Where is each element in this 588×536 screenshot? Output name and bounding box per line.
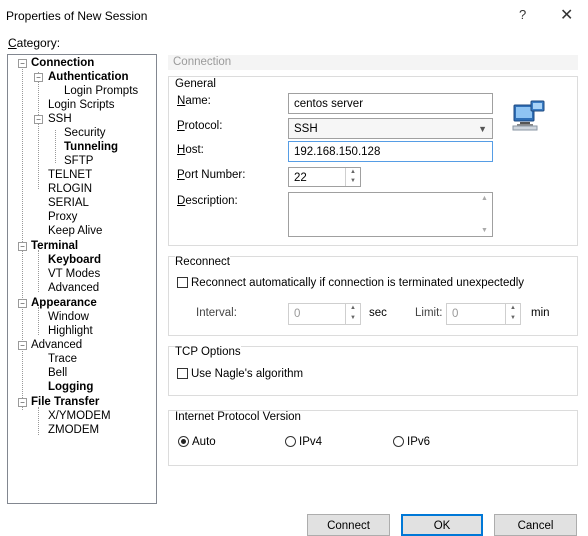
host-label: Host: — [177, 144, 204, 156]
reconnect-checkbox-label[interactable]: Reconnect automatically if connection is… — [191, 277, 524, 289]
tree-item-ssh[interactable]: SSH — [48, 113, 72, 126]
spin-down-icon[interactable]: ▼ — [346, 177, 360, 186]
tree-item-keep-alive[interactable]: Keep Alive — [48, 225, 102, 238]
collapse-icon[interactable]: − — [18, 398, 27, 407]
tree-connector — [38, 72, 39, 189]
tree-item-security[interactable]: Security — [64, 127, 106, 140]
tree-item-login-scripts[interactable]: Login Scripts — [48, 99, 114, 112]
collapse-icon[interactable]: − — [18, 299, 27, 308]
section-title: Connection — [168, 55, 578, 70]
tree-item-authentication[interactable]: Authentication — [48, 71, 129, 84]
protocol-select[interactable]: SSH ▼ — [288, 118, 493, 139]
tree-item-login-prompts[interactable]: Login Prompts — [64, 85, 138, 98]
tree-item-trace[interactable]: Trace — [48, 353, 77, 366]
reconnect-checkbox[interactable] — [177, 277, 188, 288]
limit-value: 0 — [452, 308, 459, 320]
spin-up-icon[interactable]: ▲ — [346, 304, 360, 314]
tree-item-serial[interactable]: SERIAL — [48, 197, 89, 210]
description-label: Description: — [177, 195, 238, 207]
name-label: Name: — [177, 95, 211, 107]
interval-value: 0 — [294, 308, 301, 320]
tree-item-vt-modes[interactable]: VT Modes — [48, 268, 100, 281]
scroll-up-icon[interactable]: ▲ — [477, 195, 492, 202]
tree-item-zmodem[interactable]: ZMODEM — [48, 424, 99, 437]
host-input[interactable]: 192.168.150.128 — [288, 141, 493, 162]
category-label: Category: — [8, 36, 61, 50]
tree-item-rlogin[interactable]: RLOGIN — [48, 183, 92, 196]
close-button[interactable]: ✕ — [560, 5, 573, 25]
protocol-value: SSH — [294, 123, 318, 135]
description-scrollbar[interactable]: ▲ ▼ — [477, 193, 492, 236]
interval-label: Interval: — [196, 307, 237, 319]
tree-item-sftp[interactable]: SFTP — [64, 155, 93, 168]
port-value: 22 — [294, 172, 307, 184]
ok-button[interactable]: OK — [401, 514, 483, 536]
tree-item-terminal[interactable]: Terminal — [31, 240, 78, 253]
tree-item-xymodem[interactable]: X/YMODEM — [48, 410, 111, 423]
tree-connector — [22, 67, 23, 410]
help-button[interactable]: ? — [519, 7, 526, 22]
limit-unit: min — [531, 307, 550, 319]
tree-item-keyboard[interactable]: Keyboard — [48, 254, 101, 267]
window-title: Properties of New Session — [6, 9, 148, 23]
nagle-checkbox[interactable] — [177, 368, 188, 379]
session-computer-icon — [512, 100, 545, 131]
chevron-down-icon: ▼ — [478, 124, 487, 134]
radio-ipv4-label[interactable]: IPv4 — [299, 436, 322, 448]
tree-item-connection[interactable]: Connection — [31, 57, 94, 70]
tree-item-window[interactable]: Window — [48, 311, 89, 324]
connect-button[interactable]: Connect — [307, 514, 390, 536]
tree-item-appearance[interactable]: Appearance — [31, 297, 97, 310]
radio-ipv6-label[interactable]: IPv6 — [407, 436, 430, 448]
collapse-icon[interactable]: − — [34, 73, 43, 82]
category-tree[interactable]: Connection − Authentication − Login Prom… — [7, 54, 157, 504]
tree-item-advanced[interactable]: Advanced — [31, 339, 82, 352]
tree-item-bell[interactable]: Bell — [48, 367, 67, 380]
tree-item-logging[interactable]: Logging — [48, 381, 93, 394]
spin-up-icon[interactable]: ▲ — [506, 304, 520, 314]
tree-connector — [38, 307, 39, 335]
tree-item-telnet[interactable]: TELNET — [48, 169, 92, 182]
ip-version-legend: Internet Protocol Version — [175, 411, 301, 423]
description-input[interactable] — [288, 192, 493, 237]
reconnect-legend: Reconnect — [175, 256, 230, 268]
tree-item-tunneling[interactable]: Tunneling — [64, 141, 118, 154]
tcp-options-legend: TCP Options — [175, 346, 241, 358]
tree-item-terminal-advanced[interactable]: Advanced — [48, 282, 99, 295]
spin-up-icon[interactable]: ▲ — [346, 168, 360, 177]
port-label: Port Number: — [177, 169, 246, 181]
tree-connector — [55, 130, 56, 163]
category-label-rest: ategory: — [16, 36, 61, 50]
collapse-icon[interactable]: − — [34, 115, 43, 124]
general-legend: General — [175, 78, 216, 90]
port-stepper[interactable]: ▲ ▼ — [345, 168, 360, 186]
spin-down-icon[interactable]: ▼ — [346, 314, 360, 324]
tree-connector — [38, 407, 39, 435]
radio-ipv4[interactable] — [285, 436, 296, 447]
port-input[interactable]: 22 ▲ ▼ — [288, 167, 361, 187]
spin-down-icon[interactable]: ▼ — [506, 314, 520, 324]
collapse-icon[interactable]: − — [18, 242, 27, 251]
protocol-label: Protocol: — [177, 120, 223, 132]
collapse-icon[interactable]: − — [18, 341, 27, 350]
tree-item-file-transfer[interactable]: File Transfer — [31, 396, 99, 409]
interval-unit: sec — [369, 307, 387, 319]
interval-stepper[interactable]: ▲ ▼ — [345, 304, 360, 324]
interval-input[interactable]: 0 ▲ ▼ — [288, 303, 361, 325]
scroll-down-icon[interactable]: ▼ — [477, 227, 492, 234]
radio-auto[interactable] — [178, 436, 189, 447]
tree-item-highlight[interactable]: Highlight — [48, 325, 93, 338]
name-input[interactable]: centos server — [288, 93, 493, 114]
radio-ipv6[interactable] — [393, 436, 404, 447]
limit-label: Limit: — [415, 307, 443, 319]
nagle-checkbox-label[interactable]: Use Nagle's algorithm — [191, 368, 303, 380]
tree-connector — [38, 250, 39, 292]
tree-item-proxy[interactable]: Proxy — [48, 211, 77, 224]
limit-input[interactable]: 0 ▲ ▼ — [446, 303, 521, 325]
collapse-icon[interactable]: − — [18, 59, 27, 68]
cancel-button[interactable]: Cancel — [494, 514, 577, 536]
limit-stepper[interactable]: ▲ ▼ — [505, 304, 520, 324]
radio-auto-label[interactable]: Auto — [192, 436, 216, 448]
